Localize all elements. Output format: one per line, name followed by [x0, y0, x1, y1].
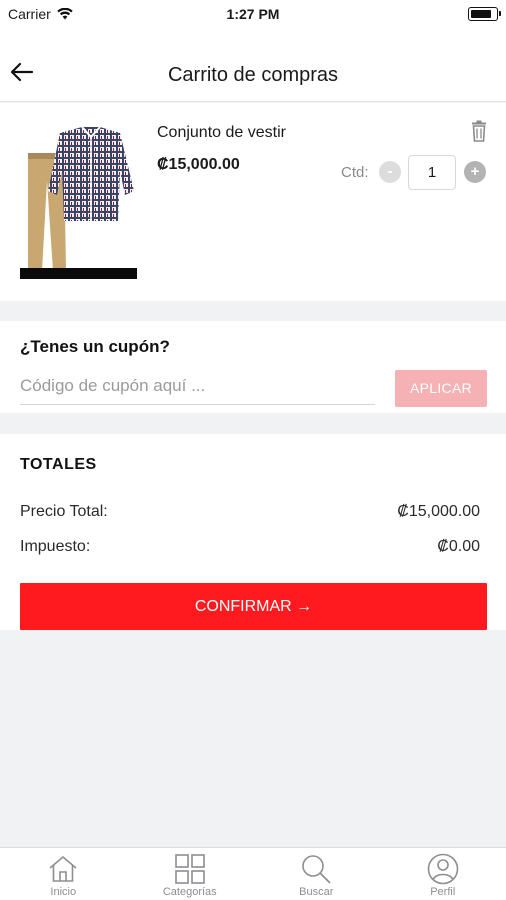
product-name[interactable]: Conjunto de vestir [157, 124, 286, 142]
quantity-increase-button[interactable]: + [464, 161, 486, 183]
quantity-decrease-button[interactable]: - [379, 161, 401, 183]
quantity-label: Ctd: [341, 164, 369, 181]
search-icon [302, 855, 331, 884]
coupon-section: ¿Tenes un cupón? Código de cupón aquí ..… [0, 321, 506, 413]
tax-label: Impuesto: [20, 538, 91, 555]
totals-title: TOTALES [20, 456, 97, 473]
total-price-value: ₡15,000.00 [397, 503, 480, 520]
grid-icon [174, 854, 205, 884]
totals-section: TOTALES Precio Total: ₡15,000.00 Impuest… [0, 434, 506, 630]
navbar: Carrito de compras [0, 28, 506, 102]
tab-label: Inicio [50, 886, 77, 898]
status-bar: Carrier 1:27 PM [0, 0, 506, 28]
battery-icon [468, 7, 501, 21]
quantity-input[interactable]: 1 [408, 155, 456, 190]
user-icon [427, 853, 459, 885]
tab-perfil[interactable]: Perfil [380, 848, 506, 900]
status-time: 1:27 PM [226, 6, 280, 22]
page-title: Carrito de compras [167, 64, 339, 86]
product-price: ₡15,000.00 [157, 156, 240, 173]
home-icon [49, 855, 77, 882]
product-image[interactable] [20, 121, 138, 279]
tab-label: Perfil [430, 886, 456, 898]
battery-level [471, 10, 491, 18]
trash-icon[interactable] [470, 120, 488, 142]
tab-label: Buscar [299, 886, 334, 898]
coupon-input[interactable]: Código de cupón aquí ... [20, 373, 375, 405]
tab-categorias[interactable]: Categorías [127, 848, 254, 900]
total-price-label: Precio Total: [20, 503, 108, 520]
tab-bar: Inicio Categorías Buscar Perfil [0, 847, 506, 900]
tab-label: Categorías [162, 886, 217, 898]
coupon-title: ¿Tenes un cupón? [20, 337, 170, 356]
product-image-bar [20, 268, 137, 279]
tax-value: ₡0.00 [437, 538, 480, 555]
tab-inicio[interactable]: Inicio [0, 848, 127, 900]
cart-item: Conjunto de vestir ₡15,000.00 Ctd: - 1 + [0, 103, 506, 301]
confirm-button[interactable]: CONFIRMAR → [20, 583, 487, 630]
tab-buscar[interactable]: Buscar [253, 848, 380, 900]
apply-coupon-button[interactable]: APLICAR [395, 370, 487, 407]
